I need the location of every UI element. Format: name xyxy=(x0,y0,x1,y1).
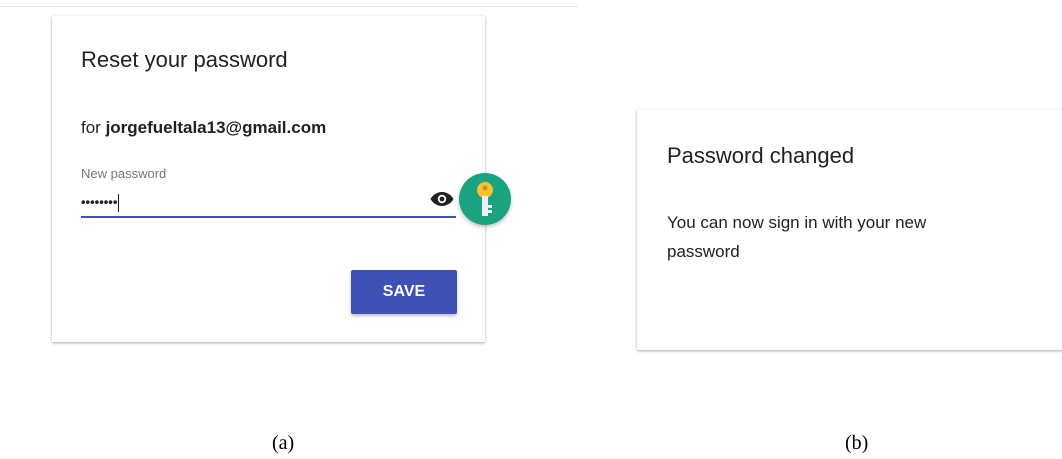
caption-b: (b) xyxy=(845,432,869,454)
new-password-label: New password xyxy=(81,166,167,181)
email-line: for jorgefueltala13@gmail.com xyxy=(81,118,326,138)
caption-a: (a) xyxy=(272,432,295,454)
key-icon xyxy=(477,182,493,216)
reset-title: Reset your password xyxy=(81,47,288,72)
save-button[interactable]: SAVE xyxy=(351,270,457,314)
top-divider xyxy=(0,6,578,7)
text-caret xyxy=(118,194,120,212)
password-changed-card: Password changed You can now sign in wit… xyxy=(637,110,1062,350)
account-email: jorgefueltala13@gmail.com xyxy=(105,118,327,137)
changed-message: You can now sign in with your new passwo… xyxy=(667,213,927,261)
password-value[interactable]: •••••••• xyxy=(81,194,120,212)
new-password-field[interactable]: •••••••• xyxy=(81,186,456,218)
eye-icon[interactable] xyxy=(430,191,454,207)
email-prefix: for xyxy=(81,118,106,137)
password-manager-button[interactable] xyxy=(459,173,511,225)
reset-password-card: Reset your password for jorgefueltala13@… xyxy=(52,16,511,342)
changed-title: Password changed xyxy=(667,143,855,168)
